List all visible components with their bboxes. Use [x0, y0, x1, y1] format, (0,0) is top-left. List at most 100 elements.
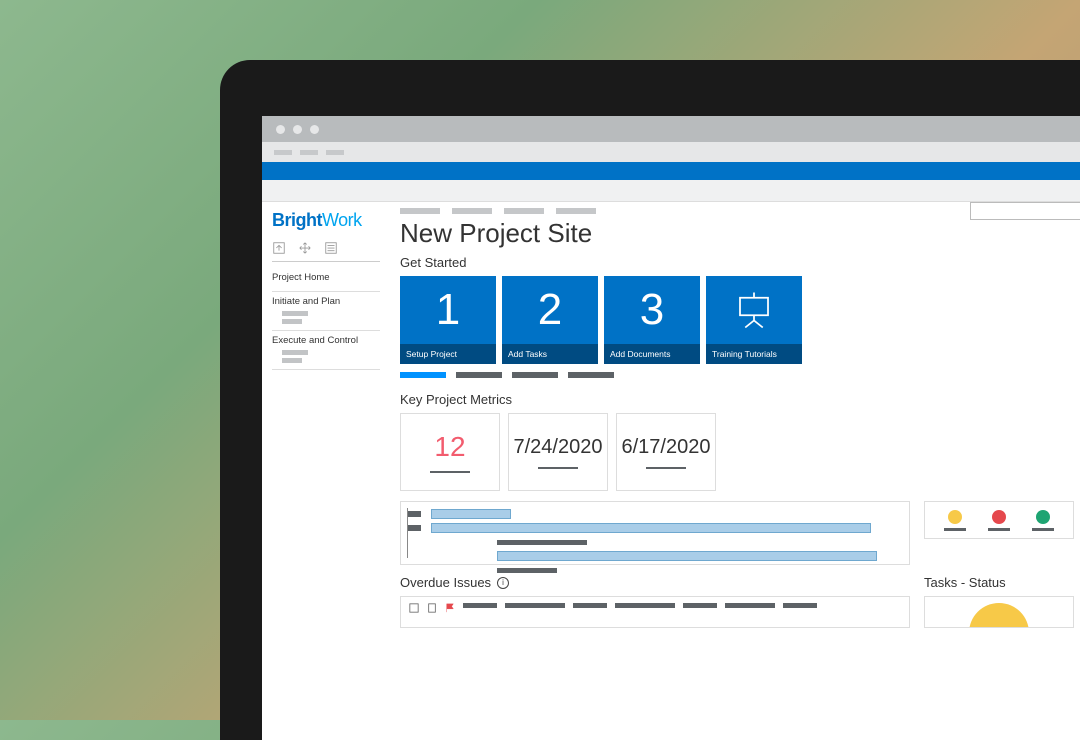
metric-caption-stub [538, 467, 578, 469]
overdue-issues-block: Overdue Issues i [400, 575, 910, 628]
workspace: BrightWork Project Home Initiate and Pla… [262, 202, 1080, 740]
sidebar: BrightWork Project Home Initiate and Pla… [262, 202, 390, 740]
crumb-item[interactable] [400, 208, 440, 214]
metric-card[interactable]: 6/17/2020 [616, 413, 716, 491]
get-started-tiles: 1 Setup Project 2 Add Tasks 3 Add Docume… [400, 276, 1080, 364]
gantt-row-label [407, 525, 421, 531]
tile-caption: Setup Project [400, 344, 496, 364]
nav-subitem[interactable] [282, 358, 302, 363]
list-icon[interactable] [324, 241, 338, 255]
ok-icon [1036, 510, 1050, 524]
info-icon[interactable]: i [497, 577, 509, 589]
screen: BrightWork Project Home Initiate and Pla… [262, 116, 1080, 740]
ribbon-item[interactable] [274, 150, 292, 155]
status-label-stub [944, 528, 966, 531]
brand-logo: BrightWork [272, 210, 380, 231]
tab-item[interactable] [400, 372, 446, 378]
status-label-stub [988, 528, 1010, 531]
nav-label: Project Home [272, 272, 380, 283]
sidebar-item-initiate-plan[interactable]: Initiate and Plan [272, 292, 380, 331]
search-wrap [970, 202, 1080, 220]
metric-card[interactable]: 12 [400, 413, 500, 491]
sidebar-item-project-home[interactable]: Project Home [272, 268, 380, 292]
overdue-label: Overdue Issues [400, 575, 491, 590]
tile-caption: Training Tutorials [706, 344, 802, 364]
brand-part1: Bright [272, 210, 322, 230]
sidebar-item-execute-control[interactable]: Execute and Control [272, 331, 380, 370]
tile-number: 3 [604, 276, 700, 344]
ribbon-bar [262, 142, 1080, 162]
warning-icon [948, 510, 962, 524]
status-green[interactable] [1032, 510, 1054, 531]
bottom-row: Overdue Issues i [400, 575, 1080, 628]
metric-value: 7/24/2020 [514, 436, 603, 459]
cell-stub [573, 603, 607, 608]
nav-subitem[interactable] [282, 350, 308, 355]
tile-number: 1 [400, 276, 496, 344]
main-content: New Project Site Get Started 1 Setup Pro… [390, 202, 1080, 740]
tile-training-tutorials[interactable]: Training Tutorials [706, 276, 802, 364]
document-icon [427, 603, 437, 613]
status-yellow[interactable] [944, 510, 966, 531]
ribbon-item[interactable] [300, 150, 318, 155]
overdue-issues-table[interactable] [400, 596, 910, 628]
tab-item[interactable] [568, 372, 614, 378]
gantt-subbar [497, 540, 587, 545]
status-red[interactable] [988, 510, 1010, 531]
tile-caption: Add Tasks [502, 344, 598, 364]
tab-item[interactable] [456, 372, 502, 378]
crumb-item[interactable] [556, 208, 596, 214]
upload-icon[interactable] [272, 241, 286, 255]
nav-subitem[interactable] [282, 319, 302, 324]
ribbon-item[interactable] [326, 150, 344, 155]
gantt-row-label [407, 511, 421, 517]
crumb-item[interactable] [504, 208, 544, 214]
panels-row [400, 501, 1080, 565]
crumb-item[interactable] [452, 208, 492, 214]
metric-card[interactable]: 7/24/2020 [508, 413, 608, 491]
status-panel [924, 501, 1074, 539]
cell-stub [683, 603, 717, 608]
tab-item[interactable] [512, 372, 558, 378]
page-title: New Project Site [400, 218, 1080, 249]
window-maximize-icon[interactable] [310, 125, 319, 134]
checkbox-icon [409, 603, 419, 613]
window-close-icon[interactable] [276, 125, 285, 134]
move-icon[interactable] [298, 241, 312, 255]
cell-stub [615, 603, 675, 608]
cell-stub [725, 603, 775, 608]
browser-chrome [262, 116, 1080, 142]
tasks-chart[interactable] [924, 596, 1074, 628]
window-minimize-icon[interactable] [293, 125, 302, 134]
flag-icon [445, 603, 455, 613]
gantt-axis [407, 508, 408, 558]
metric-value: 6/17/2020 [622, 436, 711, 459]
sub-ribbon [262, 180, 1080, 202]
tile-setup-project[interactable]: 1 Setup Project [400, 276, 496, 364]
suite-bar [262, 162, 1080, 180]
metric-caption-stub [646, 467, 686, 469]
cell-stub [505, 603, 565, 608]
gantt-panel[interactable] [400, 501, 910, 565]
nav-label: Initiate and Plan [272, 296, 380, 307]
metric-value: 12 [434, 431, 465, 463]
cell-stub [783, 603, 817, 608]
easel-icon [706, 276, 802, 344]
laptop-frame: BrightWork Project Home Initiate and Pla… [220, 60, 1080, 740]
gantt-bar [497, 551, 877, 561]
nav-label: Execute and Control [272, 335, 380, 346]
sidebar-toolbar [272, 237, 380, 262]
nav-subitem[interactable] [282, 311, 308, 316]
metrics-row: 12 7/24/2020 6/17/2020 [400, 413, 1080, 491]
get-started-label: Get Started [400, 255, 1080, 270]
tasks-status-block: Tasks - Status [924, 575, 1074, 628]
tile-tabs [400, 372, 1080, 378]
cell-stub [463, 603, 497, 608]
status-label-stub [1032, 528, 1054, 531]
search-input[interactable] [970, 202, 1080, 220]
gantt-bar [431, 523, 871, 533]
metric-caption-stub [430, 471, 470, 473]
tile-caption: Add Documents [604, 344, 700, 364]
tile-add-documents[interactable]: 3 Add Documents [604, 276, 700, 364]
tile-add-tasks[interactable]: 2 Add Tasks [502, 276, 598, 364]
